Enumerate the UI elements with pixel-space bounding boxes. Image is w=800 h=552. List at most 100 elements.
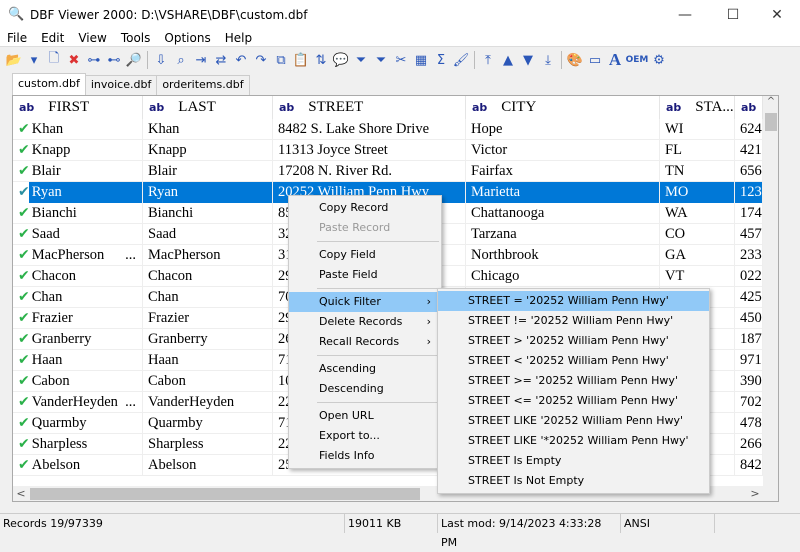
cell-state[interactable]: FL <box>660 140 735 161</box>
cell-state[interactable]: CO <box>660 224 735 245</box>
cell-more[interactable]: 478 <box>735 413 763 434</box>
table-row[interactable]: ✔ Knapp Knapp 11313 Joyce Street Victor FL 421 <box>13 140 763 161</box>
scroll-left-icon[interactable]: < <box>13 486 29 501</box>
table-row[interactable]: ✔ Blair Blair 17208 N. River Rd. Fairfax TN 65… <box>13 161 763 182</box>
sum-icon[interactable]: Σ <box>431 50 451 70</box>
column-header-city[interactable]: ab CITY <box>466 96 660 119</box>
filter-option[interactable]: STREET <= '20252 William Penn Hwy' <box>438 391 709 411</box>
cell-more[interactable]: 842 <box>735 455 763 476</box>
filter-option[interactable]: STREET Is Not Empty <box>438 471 709 491</box>
cell-first[interactable]: ✔ Blair <box>13 161 143 182</box>
oem-icon[interactable]: OEM <box>625 50 649 70</box>
cell-first[interactable]: ✔ Haan <box>13 350 143 371</box>
cell-state[interactable]: GA <box>660 245 735 266</box>
cell-last[interactable]: Saad <box>143 224 273 245</box>
cell-state[interactable]: WA <box>660 203 735 224</box>
scroll-right-icon[interactable]: > <box>747 486 763 501</box>
sort-icon[interactable]: ⇅ <box>311 50 331 70</box>
column-header-sta[interactable]: ab STA... <box>660 96 735 119</box>
menu-item-paste-field[interactable]: Paste Field <box>289 265 441 285</box>
comment-icon[interactable]: 💬 <box>331 50 351 70</box>
cell-more[interactable]: 425 <box>735 287 763 308</box>
cell-city[interactable]: Marietta <box>466 182 660 203</box>
cell-state[interactable]: WI <box>660 119 735 140</box>
cell-first[interactable]: ✔ Cabon <box>13 371 143 392</box>
cell-last[interactable]: Cabon <box>143 371 273 392</box>
cell-city[interactable]: Northbrook <box>466 245 660 266</box>
cell-last[interactable]: Abelson <box>143 455 273 476</box>
menu-item-ascending[interactable]: Ascending <box>289 359 441 379</box>
cell-street[interactable]: 11313 Joyce Street <box>273 140 466 161</box>
redo-icon[interactable]: ↷ <box>251 50 271 70</box>
menu-help[interactable]: Help <box>218 30 259 46</box>
column-header-more[interactable]: ab <box>735 96 763 119</box>
undo-icon[interactable]: ↶ <box>231 50 251 70</box>
settings-icon[interactable]: ⚙ <box>649 50 669 70</box>
close-button[interactable]: ✕ <box>754 0 800 30</box>
cell-last[interactable]: Frazier <box>143 308 273 329</box>
cell-first[interactable]: ✔ Frazier <box>13 308 143 329</box>
cell-street[interactable]: 17208 N. River Rd. <box>273 161 466 182</box>
goto-record-icon[interactable]: ⇩ <box>151 50 171 70</box>
scroll-thumb[interactable] <box>30 488 420 500</box>
menu-item-fields-info[interactable]: Fields Info <box>289 446 441 466</box>
table-row[interactable]: ✔ Khan Khan 8482 S. Lake Shore Drive Hope WI 6… <box>13 119 763 140</box>
cell-first[interactable]: ✔ Abelson <box>13 455 143 476</box>
cell-more[interactable]: 187 <box>735 329 763 350</box>
cell-city[interactable]: Chattanooga <box>466 203 660 224</box>
find-icon[interactable]: ⌕ <box>171 50 191 70</box>
split-icon[interactable]: ⊶ <box>84 50 104 70</box>
filter-option[interactable]: STREET = '20252 William Penn Hwy' <box>438 291 709 311</box>
menu-item-copy-record[interactable]: Copy Record <box>289 198 441 218</box>
new-record-icon[interactable]: 🗋 <box>44 50 64 70</box>
cell-last[interactable]: Chan <box>143 287 273 308</box>
cell-more[interactable]: 022 <box>735 266 763 287</box>
cell-first[interactable]: ✔ VanderHeyden... <box>13 392 143 413</box>
scroll-thumb[interactable] <box>765 113 777 131</box>
delete-record-icon[interactable]: ✖ <box>64 50 84 70</box>
font-icon[interactable]: A <box>605 50 625 70</box>
colors-icon[interactable]: 🎨 <box>565 50 585 70</box>
cell-last[interactable]: VanderHeyden <box>143 392 273 413</box>
cell-last[interactable]: Chacon <box>143 266 273 287</box>
cell-last[interactable]: Blair <box>143 161 273 182</box>
cell-city[interactable]: Victor <box>466 140 660 161</box>
cell-more[interactable]: 421 <box>735 140 763 161</box>
menu-item-delete-records[interactable]: Delete Records › <box>289 312 441 332</box>
cell-street[interactable]: 8482 S. Lake Shore Drive <box>273 119 466 140</box>
cell-more[interactable]: 702 <box>735 392 763 413</box>
filter-option[interactable]: STREET < '20252 William Penn Hwy' <box>438 351 709 371</box>
cell-first[interactable]: ✔ Sharpless <box>13 434 143 455</box>
menu-file[interactable]: File <box>0 30 34 46</box>
maximize-button[interactable]: ☐ <box>710 0 756 30</box>
first-icon[interactable]: ⤒ <box>478 50 498 70</box>
next-icon[interactable]: ▼ <box>518 50 538 70</box>
tab-orderitems[interactable]: orderitems.dbf <box>156 75 250 95</box>
menu-edit[interactable]: Edit <box>34 30 71 46</box>
cell-more[interactable]: 457 <box>735 224 763 245</box>
cell-first[interactable]: ✔ Quarmby <box>13 413 143 434</box>
filter-option[interactable]: STREET >= '20252 William Penn Hwy' <box>438 371 709 391</box>
column-header-first[interactable]: ab FIRST <box>13 96 143 119</box>
menu-item-copy-field[interactable]: Copy Field <box>289 245 441 265</box>
paste-icon[interactable]: 📋 <box>291 50 311 70</box>
minimize-button[interactable]: — <box>662 0 708 30</box>
cell-first[interactable]: ✔ Knapp <box>13 140 143 161</box>
tools-icon[interactable]: ✂ <box>391 50 411 70</box>
menu-item-open-url[interactable]: Open URL <box>289 406 441 426</box>
table-icon[interactable]: ▦ <box>411 50 431 70</box>
cell-last[interactable]: Sharpless <box>143 434 273 455</box>
cell-first[interactable]: ✔ Bianchi <box>13 203 143 224</box>
replace-icon[interactable]: ⇄ <box>211 50 231 70</box>
filter-option[interactable]: STREET Is Empty <box>438 451 709 471</box>
cell-first[interactable]: ✔ Khan <box>13 119 143 140</box>
menu-item-descending[interactable]: Descending <box>289 379 441 399</box>
cell-state[interactable]: VT <box>660 266 735 287</box>
cell-first[interactable]: ✔ Chacon <box>13 266 143 287</box>
last-icon[interactable]: ⤓ <box>538 50 558 70</box>
cell-last[interactable]: Quarmby <box>143 413 273 434</box>
filter-option[interactable]: STREET != '20252 William Penn Hwy' <box>438 311 709 331</box>
brush-icon[interactable]: 🖌 <box>451 50 471 70</box>
cell-more[interactable]: 656 <box>735 161 763 182</box>
scroll-up-icon[interactable]: ^ <box>763 96 778 112</box>
